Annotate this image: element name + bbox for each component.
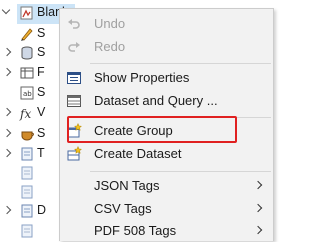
menu-item-label: Undo [94, 16, 126, 31]
menu-separator [90, 63, 271, 64]
report-icon [20, 6, 33, 20]
submenu-arrow-icon [253, 203, 263, 213]
menu-item-create-dataset[interactable]: Create Dataset [60, 143, 273, 165]
submenu-arrow-icon [253, 225, 263, 235]
menu-item-undo[interactable]: Undo [60, 13, 273, 35]
tree-item[interactable]: S [0, 125, 64, 143]
chevron-right-icon[interactable] [2, 148, 12, 158]
tree-item-label: F [37, 65, 45, 79]
menu-item-label: CSV Tags [94, 201, 152, 216]
svg-text:fx: fx [19, 107, 31, 121]
tree-item-label: V [37, 105, 46, 119]
tree-item-label: D [37, 203, 47, 217]
annotation-highlight-box [67, 116, 237, 143]
menu-item-label: Redo [94, 39, 126, 54]
dataset-query-icon [67, 95, 81, 107]
menu-item-label: Dataset and Query ... [94, 93, 218, 108]
properties-icon [67, 72, 81, 84]
page-icon [21, 147, 33, 161]
chevron-right-icon[interactable] [2, 47, 12, 57]
menu-item-label: Create Dataset [94, 146, 182, 161]
tree-item[interactable]: S [0, 25, 64, 43]
page-icon [21, 166, 33, 180]
create-dataset-icon [67, 146, 82, 161]
tree-item-label: T [37, 146, 45, 160]
tree-item-label: S [37, 126, 46, 140]
tree-item[interactable]: ab S [0, 84, 64, 102]
tree-item[interactable]: S [0, 44, 64, 62]
report-outline-tree: Blank S S F ab S fx V S T D [0, 0, 75, 241]
tree-item[interactable]: fx V [0, 104, 64, 122]
svg-text:ab: ab [23, 90, 32, 98]
menu-separator [90, 171, 271, 172]
undo-icon [68, 19, 80, 29]
tree-item[interactable] [0, 164, 64, 182]
tree-item[interactable]: T [0, 145, 64, 163]
tree-item[interactable] [0, 222, 64, 240]
chevron-right-icon[interactable] [2, 128, 12, 138]
tree-item[interactable] [0, 183, 64, 201]
chevron-right-icon[interactable] [2, 205, 12, 215]
menu-item-show-properties[interactable]: Show Properties [60, 67, 273, 89]
tree-item-label: S [37, 26, 46, 40]
chevron-right-icon[interactable] [2, 107, 12, 117]
menu-item-csv-tags[interactable]: CSV Tags [60, 198, 273, 220]
style-icon [21, 131, 34, 141]
menu-item-json-tags[interactable]: JSON Tags [60, 175, 273, 197]
menu-item-label: JSON Tags [94, 178, 160, 193]
tree-item-label: S [37, 85, 46, 99]
menu-item-label: PDF 508 Tags [94, 223, 177, 238]
page-icon [21, 204, 33, 218]
tree-item-label: S [37, 45, 46, 59]
dataset-icon [20, 67, 34, 79]
page-icon [21, 185, 33, 199]
redo-icon [68, 42, 80, 52]
submenu-arrow-icon [253, 180, 263, 190]
tree-item[interactable]: F [0, 64, 64, 82]
script-icon: ab [20, 86, 34, 100]
menu-item-dataset-and-query[interactable]: Dataset and Query ... [60, 90, 273, 112]
page-icon [21, 224, 33, 238]
menu-item-redo[interactable]: Redo [60, 36, 273, 58]
data-source-icon [21, 46, 33, 60]
fx-icon: fx [19, 107, 31, 121]
chevron-right-icon[interactable] [2, 67, 12, 77]
tree-item[interactable]: D [0, 202, 64, 220]
pencil-icon [21, 28, 33, 41]
tree-root-node[interactable]: Blank [0, 4, 75, 24]
menu-item-label: Show Properties [94, 70, 190, 85]
menu-item-pdf508-tags[interactable]: PDF 508 Tags [60, 220, 273, 242]
chevron-down-icon[interactable] [1, 5, 11, 15]
